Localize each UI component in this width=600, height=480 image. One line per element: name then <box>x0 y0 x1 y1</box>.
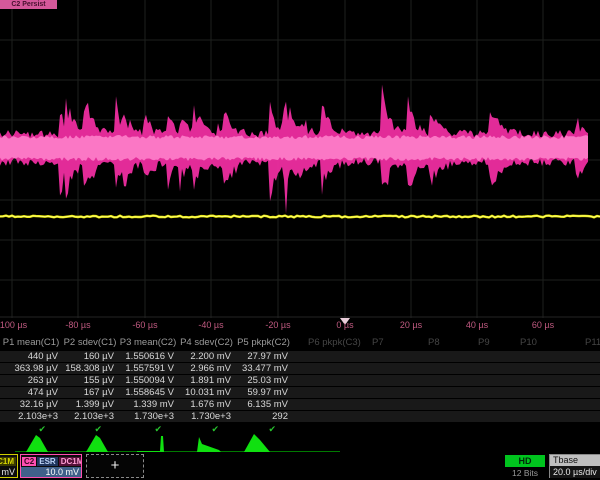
measure-value-cell: 167 µV <box>62 387 118 398</box>
measure-value-cell: 2.200 mV <box>178 351 235 362</box>
time-axis: -100 µs -80 µs -60 µs -40 µs -20 µs 0 µs 20 µs… <box>0 317 600 333</box>
measure-value-cell: 2.103e+3 <box>0 411 62 422</box>
measure-param-header[interactable]: P1 mean(C1) <box>0 336 62 349</box>
measure-value-cell: 33.477 mV <box>235 363 292 374</box>
measure-value-cell: 1.676 mV <box>178 399 235 410</box>
c2-coupling-badge: DC1M <box>59 457 82 466</box>
measure-value-cell: 1.399 µV <box>62 399 118 410</box>
measure-param-header-disabled[interactable]: P9 <box>478 336 490 349</box>
timebase-descriptor[interactable]: Tbase 20.0 µs/div <box>549 454 600 478</box>
measure-value-cell: 1.558645 V <box>118 387 178 398</box>
measure-value-cell: 25.03 mV <box>235 375 292 386</box>
c2-channel-badge: C2 <box>22 457 36 466</box>
time-axis-label: -60 µs <box>132 320 157 330</box>
c1-coupling-badge: DC1M <box>0 457 16 466</box>
histicon-spike-decay <box>197 437 221 452</box>
waveform-grid[interactable]: C2 Persist <box>0 0 600 318</box>
hd-mode-badge[interactable]: HD <box>505 455 545 467</box>
measure-stat-row: 440 µV160 µV1.550616 V2.200 mV27.97 mV <box>0 351 600 363</box>
time-axis-label: 0 µs <box>336 320 353 330</box>
measure-value-cell: 59.97 mV <box>235 387 292 398</box>
measure-value-cell: 363.98 µV <box>0 363 62 374</box>
time-axis-label: -20 µs <box>265 320 290 330</box>
descriptor-bar: DC1M 10.0 mV C2 ESR DC1M 10.0 mV + HD 12… <box>0 454 600 480</box>
measure-param-header[interactable]: P2 sdev(C1) <box>62 336 118 349</box>
time-axis-label: 20 µs <box>400 320 422 330</box>
measure-stat-row: 363.98 µV158.308 µV1.557591 V2.966 mV33.… <box>0 363 600 375</box>
channel-c2-descriptor[interactable]: C2 ESR DC1M 10.0 mV <box>20 454 82 478</box>
measure-param-header-disabled[interactable]: P7 <box>372 336 384 349</box>
measure-value-cell: 10.031 mV <box>178 387 235 398</box>
measure-value-cell: 155 µV <box>62 375 118 386</box>
time-axis-label: 40 µs <box>466 320 488 330</box>
measure-stat-row: 474 µV167 µV1.558645 V10.031 mV59.97 mV <box>0 387 600 399</box>
measure-value-cell: 1.730e+3 <box>118 411 178 422</box>
measure-value-cell: 32.16 µV <box>0 399 62 410</box>
c2-esr-badge: ESR <box>37 457 57 466</box>
measure-value-cell: 27.97 mV <box>235 351 292 362</box>
measure-stat-row: 2.103e+32.103e+31.730e+31.730e+3292 <box>0 411 600 423</box>
measure-value-cell: 1.339 mV <box>118 399 178 410</box>
histicon-step-spike <box>137 436 164 452</box>
measure-value-cell: 158.308 µV <box>62 363 118 374</box>
c1-vertical-scale: 10.0 mV <box>0 467 17 478</box>
measure-param-header[interactable]: P5 pkpk(C2) <box>235 336 292 349</box>
measure-value-cell: 440 µV <box>0 351 62 362</box>
timebase-label: Tbase <box>550 455 600 466</box>
measurement-header-row: P1 mean(C1)P2 sdev(C1)P3 mean(C2)P4 sdev… <box>0 336 600 349</box>
oscilloscope-screen: C2 Persist -100 µs -80 µs -60 µs -40 µs -20 … <box>0 0 600 480</box>
measure-value-cell: 1.891 mV <box>178 375 235 386</box>
timebase-value: 20.0 µs/div <box>550 466 600 478</box>
measure-value-cell: 160 µV <box>62 351 118 362</box>
measure-value-cell: 2.966 mV <box>178 363 235 374</box>
add-trace-button[interactable]: + <box>86 454 144 478</box>
measure-param-header-disabled[interactable]: P10 <box>520 336 537 349</box>
histicon-peak-wide <box>244 434 270 452</box>
measure-stat-row: 32.16 µV1.399 µV1.339 mV1.676 mV6.135 mV <box>0 399 600 411</box>
measure-value-cell: 1.557591 V <box>118 363 178 374</box>
histicon-strip <box>0 432 600 454</box>
persistence-indicator: C2 Persist <box>0 0 57 9</box>
measure-value-cell: 263 µV <box>0 375 62 386</box>
measure-value-cell: 2.103e+3 <box>62 411 118 422</box>
measure-value-cell: 1.550094 V <box>118 375 178 386</box>
time-axis-label: -40 µs <box>198 320 223 330</box>
measure-param-header[interactable]: P4 sdev(C2) <box>178 336 235 349</box>
measure-value-cell: 292 <box>235 411 292 422</box>
measure-param-header-disabled[interactable]: P6 pkpk(C3) <box>308 336 361 349</box>
measure-value-cell: 474 µV <box>0 387 62 398</box>
measure-param-header[interactable]: P3 mean(C2) <box>118 336 178 349</box>
measure-param-header-disabled[interactable]: P11 <box>585 336 600 349</box>
c2-vertical-scale: 10.0 mV <box>21 467 81 478</box>
time-axis-label: 60 µs <box>532 320 554 330</box>
measure-param-header-disabled[interactable]: P8 <box>428 336 440 349</box>
time-axis-label: -80 µs <box>65 320 90 330</box>
channel-c1-descriptor[interactable]: DC1M 10.0 mV <box>0 454 18 478</box>
measure-value-cell: 1.550616 V <box>118 351 178 362</box>
measurement-table: P1 mean(C1)P2 sdev(C1)P3 mean(C2)P4 sdev… <box>0 336 600 435</box>
measure-stat-row: 263 µV155 µV1.550094 V1.891 mV25.03 mV <box>0 375 600 387</box>
measure-value-cell: 6.135 mV <box>235 399 292 410</box>
waveform-traces <box>0 0 600 318</box>
histicon-peak <box>26 435 48 452</box>
histicon-peak <box>86 435 108 452</box>
time-axis-label: -100 µs <box>0 320 27 330</box>
measure-value-cell: 1.730e+3 <box>178 411 235 422</box>
hd-bits-label: 12 Bits <box>505 468 545 478</box>
